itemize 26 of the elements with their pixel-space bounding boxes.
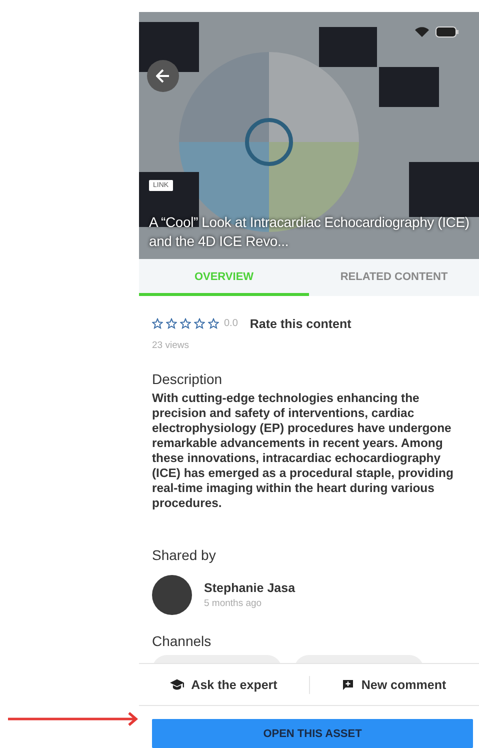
rate-link[interactable]: Rate this content — [250, 316, 352, 331]
shared-time: 5 months ago — [204, 598, 263, 609]
battery-icon — [435, 26, 459, 38]
back-button[interactable] — [147, 60, 179, 92]
section-heading: Shared by — [152, 546, 217, 563]
section-heading: Channels — [152, 632, 212, 649]
open-asset-button[interactable]: OPEN THIS ASSET — [152, 719, 473, 748]
rating-score: 0.0 — [224, 318, 238, 330]
view-count: 23 views — [152, 340, 190, 351]
star-icon[interactable] — [194, 318, 205, 330]
section-heading: Description — [152, 370, 224, 387]
asset-title: A “Cool” Look at Intracardiac Echocardiography (ICE) and the 4D ICE Revo... — [149, 212, 470, 250]
graduation-cap-icon — [170, 679, 184, 690]
description-text: With cutting-edge technologies enhancing the precision and safety of interventions, cardiac electrophysiology (EP) procedures have undergone remarkable advancements in recent years. Among these innovations, intracardiac echocardiography (ICE) has emerged as a procedural staple, providing real-time imaging within the heart during various procedures. — [152, 390, 454, 511]
author-name[interactable]: Stephanie Jasa — [204, 580, 296, 595]
comment-icon — [342, 678, 354, 691]
wifi-icon — [415, 27, 429, 37]
back-arrow-icon — [156, 69, 170, 83]
star-icon[interactable] — [208, 318, 219, 330]
star-icon[interactable] — [180, 318, 191, 330]
star-icon[interactable] — [166, 318, 177, 330]
avatar[interactable] — [152, 574, 192, 615]
star-icon[interactable] — [152, 318, 163, 330]
star-rating[interactable] — [152, 318, 219, 330]
new-comment-button[interactable]: New comment — [310, 664, 479, 706]
ask-expert-button[interactable]: Ask the expert — [139, 664, 308, 706]
